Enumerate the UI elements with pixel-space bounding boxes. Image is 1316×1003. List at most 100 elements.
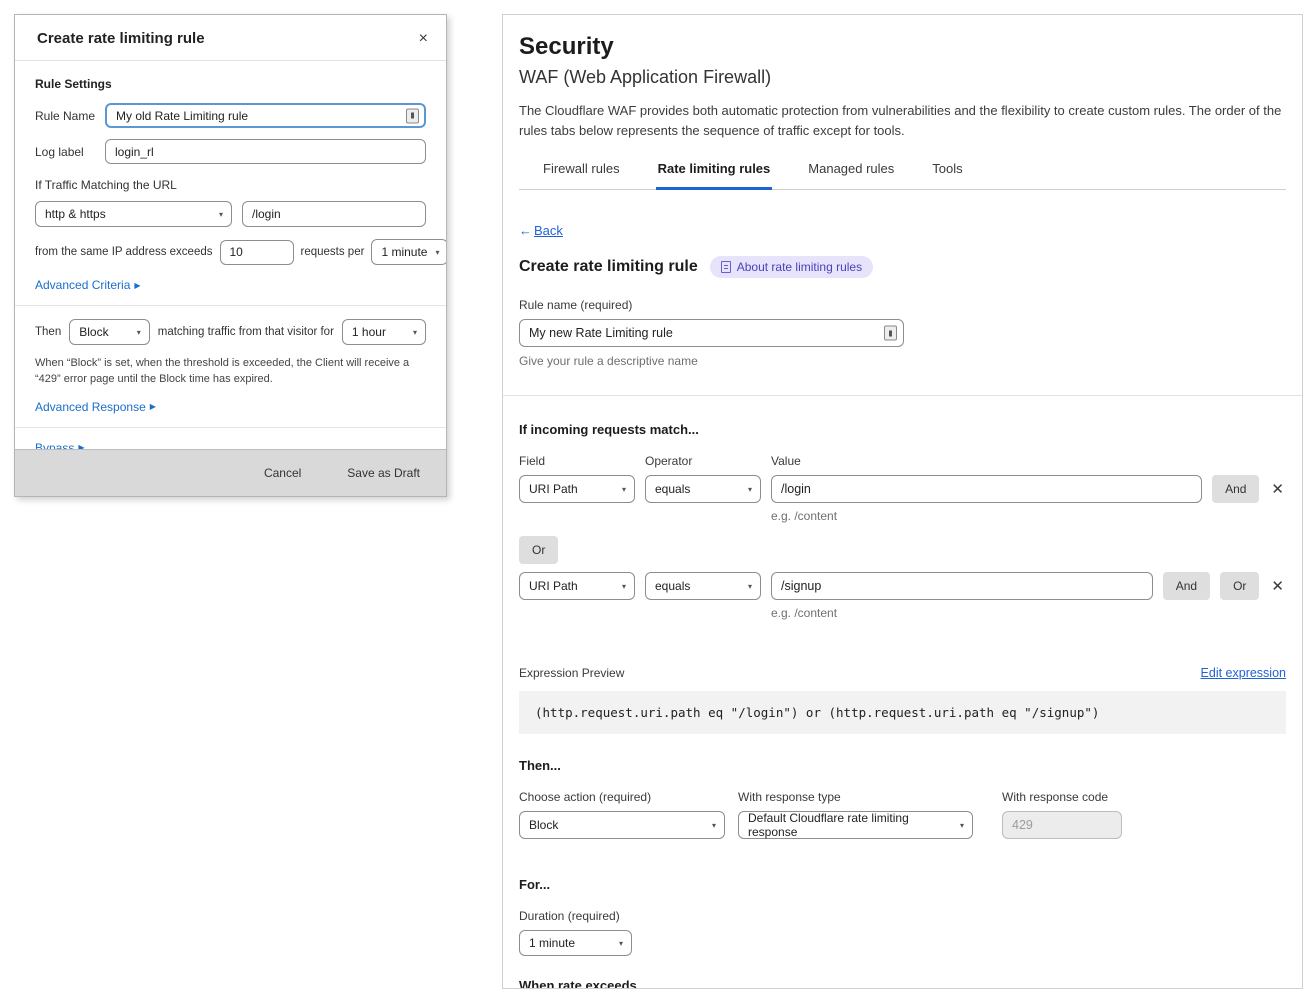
- and-button[interactable]: And: [1163, 572, 1210, 600]
- action-select[interactable]: Block ▾: [69, 319, 150, 345]
- then-middle-label: matching traffic from that visitor for: [158, 326, 334, 338]
- value-input[interactable]: [771, 475, 1202, 503]
- response-type-label: With response type: [738, 790, 973, 804]
- then-row: Then Block ▾ matching traffic from that …: [35, 319, 426, 345]
- tab-firewall-rules[interactable]: Firewall rules: [541, 152, 622, 190]
- advanced-response-label: Advanced Response: [35, 400, 146, 414]
- then-controls-row: Choose action (required) Block ▾ With re…: [519, 790, 1286, 839]
- operator-select-value: equals: [655, 579, 690, 593]
- back-arrow-icon: ←: [519, 223, 532, 238]
- field-select[interactable]: URI Path ▾: [519, 572, 635, 600]
- field-column-label: Field: [519, 454, 635, 468]
- create-rule-heading: Create rate limiting rule: [519, 258, 698, 276]
- response-code-input: [1002, 811, 1122, 839]
- period-select[interactable]: 1 minute ▾: [371, 239, 446, 265]
- waf-tabs: Firewall rules Rate limiting rules Manag…: [519, 152, 1286, 190]
- tab-rate-limiting-rules[interactable]: Rate limiting rules: [656, 152, 773, 190]
- rule-name-input[interactable]: [105, 103, 426, 128]
- expression-preview-label: Expression Preview: [519, 666, 624, 680]
- operator-select[interactable]: equals ▾: [645, 572, 761, 600]
- chevron-down-icon: ▾: [712, 821, 716, 830]
- advanced-response-link[interactable]: Advanced Response ▶: [35, 400, 156, 414]
- choose-action-label: Choose action (required): [519, 790, 725, 804]
- remove-condition-icon[interactable]: ✕: [1269, 577, 1286, 595]
- duration-value: 1 minute: [529, 936, 575, 950]
- condition-row: URI Path ▾ equals ▾ And Or ✕: [519, 572, 1286, 600]
- divider: [15, 305, 446, 306]
- expression-preview-code: (http.request.uri.path eq "/login") or (…: [519, 691, 1286, 734]
- modal-title: Create rate limiting rule: [37, 30, 205, 47]
- autofill-icon[interactable]: [406, 108, 419, 123]
- edit-expression-link[interactable]: Edit expression: [1201, 666, 1286, 680]
- divider: [15, 427, 446, 428]
- chevron-down-icon: ▾: [748, 485, 752, 494]
- url-match-row: http & https ▾: [35, 201, 426, 227]
- rule-name-row: Rule Name: [35, 103, 426, 128]
- log-label-label: Log label: [35, 145, 105, 159]
- expression-header-row: Expression Preview Edit expression: [519, 666, 1286, 680]
- field-select[interactable]: URI Path ▾: [519, 475, 635, 503]
- url-input-wrap: [242, 201, 426, 227]
- divider: [503, 395, 1302, 396]
- operator-select[interactable]: equals ▾: [645, 475, 761, 503]
- chevron-down-icon: ▾: [748, 582, 752, 591]
- and-button[interactable]: And: [1212, 475, 1259, 503]
- block-duration-select[interactable]: 1 hour ▾: [342, 319, 426, 345]
- close-icon[interactable]: ×: [419, 31, 428, 47]
- url-input[interactable]: [242, 201, 426, 227]
- cancel-button[interactable]: Cancel: [264, 466, 301, 480]
- chevron-down-icon: ▾: [619, 939, 623, 948]
- log-label-input-wrap: [105, 139, 426, 164]
- tab-managed-rules[interactable]: Managed rules: [806, 152, 896, 190]
- incoming-requests-heading: If incoming requests match...: [519, 422, 1286, 437]
- advanced-criteria-link[interactable]: Advanced Criteria ▶: [35, 278, 141, 292]
- tab-tools[interactable]: Tools: [930, 152, 964, 190]
- choose-action-select[interactable]: Block ▾: [519, 811, 725, 839]
- or-button[interactable]: Or: [519, 536, 558, 564]
- action-select-value: Block: [79, 325, 108, 339]
- field-select-value: URI Path: [529, 482, 578, 496]
- back-link[interactable]: ← Back: [519, 223, 563, 238]
- condition-column-headers: Field Operator Value: [519, 454, 1286, 468]
- log-label-input[interactable]: [105, 139, 426, 164]
- or-button[interactable]: Or: [1220, 572, 1259, 600]
- response-code-group: With response code: [1002, 790, 1122, 839]
- threshold-input[interactable]: [220, 240, 294, 265]
- modal-header: Create rate limiting rule ×: [15, 15, 446, 61]
- about-badge-label: About rate limiting rules: [737, 260, 862, 274]
- duration-select[interactable]: 1 minute ▾: [519, 930, 632, 956]
- triangle-right-icon: ▶: [150, 402, 156, 411]
- then-heading: Then...: [519, 758, 1286, 773]
- duration-label: Duration (required): [519, 909, 1286, 923]
- chevron-down-icon: ▾: [622, 485, 626, 494]
- block-duration-value: 1 hour: [352, 325, 386, 339]
- remove-condition-icon[interactable]: ✕: [1269, 480, 1286, 498]
- scheme-select[interactable]: http & https ▾: [35, 201, 232, 227]
- bypass-link[interactable]: Bypass ▶: [35, 441, 85, 449]
- condition-row: URI Path ▾ equals ▾ And ✕: [519, 475, 1286, 503]
- rule-settings-heading: Rule Settings: [35, 77, 426, 91]
- response-type-select[interactable]: Default Cloudflare rate limiting respons…: [738, 811, 973, 839]
- modal-body: Rule Settings Rule Name Log label If Tra…: [15, 61, 446, 449]
- page-title: Security: [519, 33, 1286, 61]
- value-input[interactable]: [771, 572, 1153, 600]
- chevron-down-icon: ▾: [413, 328, 417, 337]
- save-as-draft-button[interactable]: Save as Draft: [347, 466, 420, 480]
- autofill-icon[interactable]: [884, 326, 897, 341]
- security-waf-panel: Security WAF (Web Application Firewall) …: [502, 14, 1303, 989]
- log-label-row: Log label: [35, 139, 426, 164]
- create-rate-limiting-rule-modal: Create rate limiting rule × Rule Setting…: [14, 14, 447, 497]
- response-code-label: With response code: [1002, 790, 1122, 804]
- threshold-row: from the same IP address exceeds request…: [35, 239, 426, 265]
- triangle-right-icon: ▶: [134, 281, 140, 290]
- rule-name-helper: Give your rule a descriptive name: [519, 354, 1286, 368]
- operator-select-value: equals: [655, 482, 690, 496]
- rule-name-input[interactable]: [519, 319, 904, 347]
- about-rate-limiting-badge[interactable]: About rate limiting rules: [710, 256, 873, 278]
- threshold-suffix-label: requests per: [301, 246, 365, 258]
- rule-name-label: Rule name (required): [519, 298, 1286, 312]
- choose-action-group: Choose action (required) Block ▾: [519, 790, 725, 839]
- period-select-value: 1 minute: [381, 245, 427, 259]
- chevron-down-icon: ▾: [435, 248, 439, 257]
- or-connector-wrap: Or: [519, 536, 1286, 564]
